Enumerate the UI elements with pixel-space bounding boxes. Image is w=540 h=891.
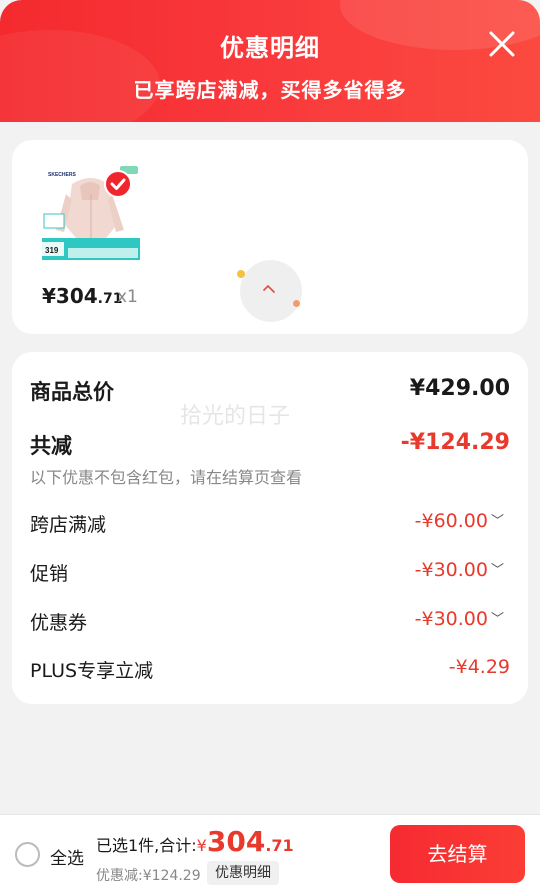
close-icon[interactable] [486, 28, 518, 60]
selected-count-text: 已选1件,合计: [96, 836, 197, 855]
discount-note: 以下优惠不包含红包，请在结算页查看 [30, 468, 303, 487]
price-summary-card: 拾光的日子 商品总价 ¥429.00 共减 -¥124.29 以下优惠不包含红包… [12, 352, 528, 704]
loading-spinner [237, 260, 302, 322]
total-discount-label: 共减 [30, 434, 72, 458]
chevron-down-icon[interactable]: ﹀ [491, 559, 504, 578]
discount-detail-button[interactable]: 优惠明细 [207, 861, 279, 885]
discount-item-value: -¥4.29 [448, 656, 510, 678]
discount-item-value: -¥60.00 ﹀ [414, 510, 504, 532]
product-quantity: x1 [117, 287, 138, 307]
discount-item-plus: PLUS专享立减 -¥4.29 [30, 656, 510, 682]
discount-header: 优惠明细 已享跨店满减，买得多省得多 [0, 0, 540, 122]
total-amount-integer: 304 [206, 825, 266, 858]
page-subtitle: 已享跨店满减，买得多省得多 [133, 78, 407, 102]
discount-amount-text: 优惠减:¥124.29 [96, 868, 201, 884]
product-badge-price: 319 [45, 246, 59, 255]
check-icon[interactable] [104, 170, 132, 198]
discount-item-label: 促销 [30, 563, 69, 585]
total-discount-value: -¥124.29 [400, 430, 510, 455]
discount-item-label: 跨店满减 [30, 514, 107, 536]
total-price-value: ¥429.00 [409, 376, 510, 401]
discount-item-coupon[interactable]: 优惠券 -¥30.00 ﹀ [30, 608, 510, 634]
product-price-main: ¥304 [42, 284, 98, 308]
product-price: ¥304.71 [42, 284, 122, 308]
select-all-radio[interactable] [15, 842, 40, 867]
discount-item-value: -¥30.00 ﹀ [414, 608, 504, 630]
discount-item-cross-store[interactable]: 跨店满减 -¥60.00 ﹀ [30, 510, 510, 536]
order-total: 已选1件,合计:¥304.71 [96, 825, 294, 858]
total-amount-decimal: .71 [265, 836, 294, 855]
checkout-button[interactable]: 去结算 [390, 825, 525, 883]
brand-logo: SKECHERS [48, 172, 76, 178]
discount-item-label: PLUS专享立减 [30, 660, 154, 682]
product-card: SKECHERS 319 ¥304.71 x1 [12, 140, 528, 334]
discount-item-promotion[interactable]: 促销 -¥30.00 ﹀ [30, 559, 510, 585]
chevron-down-icon[interactable]: ﹀ [491, 510, 504, 529]
discount-item-label: 优惠券 [30, 612, 88, 634]
page-title: 优惠明细 [220, 34, 320, 62]
currency-symbol: ¥ [196, 836, 207, 855]
discount-item-value: -¥30.00 ﹀ [414, 559, 504, 581]
chevron-down-icon[interactable]: ﹀ [491, 608, 504, 627]
checkout-bar: 全选 已选1件,合计:¥304.71 优惠减:¥124.29 优惠明细 去结算 [0, 814, 540, 891]
total-price-label: 商品总价 [30, 380, 114, 404]
select-all-label[interactable]: 全选 [50, 844, 84, 869]
